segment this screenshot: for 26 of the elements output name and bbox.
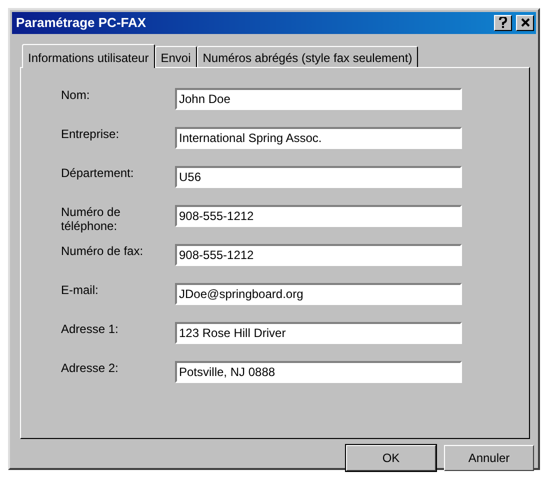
text-field[interactable]: 908-555-1212 xyxy=(175,244,462,266)
text-field[interactable]: U56 xyxy=(175,166,462,188)
tab[interactable]: Informations utilisateur xyxy=(22,44,155,68)
text-field[interactable]: International Spring Assoc. xyxy=(175,127,462,149)
dialog-button[interactable]: Annuler xyxy=(444,445,534,471)
field-label: Département: xyxy=(61,166,135,180)
text-field[interactable]: 123 Rose Hill Driver xyxy=(175,322,462,344)
field-label: Nom: xyxy=(61,88,91,102)
close-button[interactable] xyxy=(516,15,534,31)
tab[interactable]: Envoi xyxy=(154,46,197,67)
window-title: Paramétrage PC-FAX xyxy=(16,14,146,32)
field-label: Numéro de téléphone: xyxy=(61,205,122,233)
text-field[interactable]: John Doe xyxy=(175,88,462,110)
field-label: Numéro de fax: xyxy=(61,244,144,258)
tab[interactable]: Numéros abrégés (style fax seulement) xyxy=(196,46,418,67)
help-icon xyxy=(499,17,507,28)
text-field[interactable]: 908-555-1212 xyxy=(175,205,462,227)
field-label: Adresse 2: xyxy=(61,361,120,375)
field-label: E-mail: xyxy=(61,283,100,297)
text-field[interactable]: JDoe@springboard.org xyxy=(175,283,462,305)
close-icon xyxy=(520,18,530,28)
text-field[interactable]: Potsville, NJ 0888 xyxy=(175,361,462,383)
field-label: Entreprise: xyxy=(61,127,120,141)
help-button[interactable] xyxy=(494,15,512,31)
dialog-button[interactable]: OK xyxy=(346,445,436,471)
field-label: Adresse 1: xyxy=(61,322,120,336)
